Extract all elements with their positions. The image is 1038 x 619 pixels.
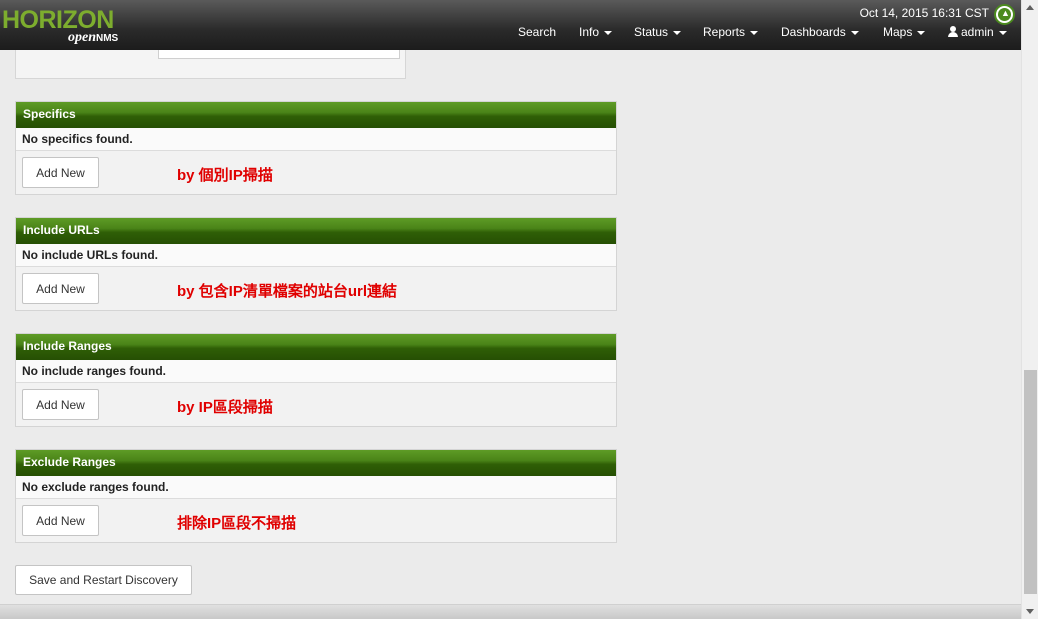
chevron-down-icon <box>850 30 859 35</box>
include-ranges-panel: Include Ranges No include ranges found. … <box>15 333 617 427</box>
top-navbar: HORIZON openNMS Oct 14, 2015 16:31 CST S… <box>0 0 1021 50</box>
panel-empty-message: No include URLs found. <box>16 244 616 267</box>
panel-title: Include Ranges <box>16 334 616 360</box>
nav-maps[interactable]: Maps <box>883 25 926 43</box>
annotation-note: by IP區段掃描 <box>177 399 273 416</box>
exclude-ranges-panel: Exclude Ranges No exclude ranges found. … <box>15 449 617 543</box>
specifics-panel: Specifics No specifics found. Add New by… <box>15 101 617 195</box>
nav-status[interactable]: Status <box>634 25 682 43</box>
nav-dashboards[interactable]: Dashboards <box>781 25 859 43</box>
annotation-note: by 個別IP掃描 <box>177 167 273 184</box>
nav-info[interactable]: Info <box>579 25 613 43</box>
save-restart-discovery-button[interactable]: Save and Restart Discovery <box>15 565 192 595</box>
panel-title: Include URLs <box>16 218 616 244</box>
vertical-scrollbar[interactable] <box>1021 0 1038 619</box>
scroll-up-arrow-icon[interactable] <box>1026 5 1034 10</box>
previous-input-field[interactable] <box>158 50 400 59</box>
panel-title: Exclude Ranges <box>16 450 616 476</box>
add-exclude-range-button[interactable]: Add New <box>22 505 99 536</box>
chevron-down-icon <box>673 30 682 35</box>
server-datetime: Oct 14, 2015 16:31 CST <box>859 6 989 20</box>
page-footer-bar <box>0 604 1021 619</box>
panel-empty-message: No include ranges found. <box>16 360 616 383</box>
chevron-down-icon <box>750 30 759 35</box>
opennms-horizon-logo[interactable]: HORIZON openNMS <box>2 6 142 48</box>
previous-section-box <box>15 50 406 79</box>
add-include-url-button[interactable]: Add New <box>22 273 99 304</box>
user-icon <box>948 26 958 37</box>
bell-icon[interactable]: ▲ <box>994 4 1015 25</box>
scrollbar-thumb[interactable] <box>1024 370 1037 594</box>
include-urls-panel: Include URLs No include URLs found. Add … <box>15 217 617 311</box>
add-specific-button[interactable]: Add New <box>22 157 99 188</box>
chevron-down-icon <box>998 30 1007 35</box>
nav-reports[interactable]: Reports <box>703 25 759 43</box>
nav-user-admin[interactable]: admin <box>948 25 1007 43</box>
logo-opennms-text: openNMS <box>68 30 119 45</box>
panel-empty-message: No exclude ranges found. <box>16 476 616 499</box>
chevron-down-icon <box>917 30 926 35</box>
annotation-note: 排除IP區段不掃描 <box>177 515 297 532</box>
nav-search[interactable]: Search <box>518 25 556 43</box>
panel-title: Specifics <box>16 102 616 128</box>
add-include-range-button[interactable]: Add New <box>22 389 99 420</box>
panel-empty-message: No specifics found. <box>16 128 616 151</box>
chevron-down-icon <box>604 30 613 35</box>
scroll-down-arrow-icon[interactable] <box>1026 609 1034 614</box>
annotation-note: by 包含IP清單檔案的站台url連結 <box>177 283 398 300</box>
